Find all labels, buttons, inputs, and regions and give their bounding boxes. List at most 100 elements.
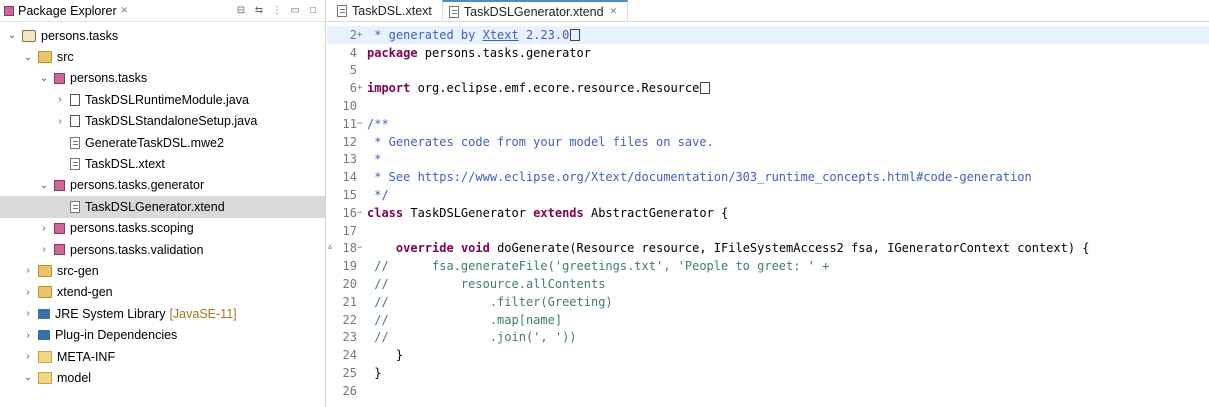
fold-toggle-icon[interactable]: − <box>357 243 367 253</box>
java-file-icon <box>70 93 80 106</box>
editor-tabs: TaskDSL.xtext TaskDSLGenerator.xtend ✕ <box>327 0 1209 22</box>
editor-tab[interactable]: TaskDSL.xtext <box>331 0 442 21</box>
tree-item[interactable]: › META-INF <box>0 346 325 367</box>
code-line[interactable]: 11−/** <box>327 115 1209 133</box>
code-editor[interactable]: 2 + * generated by Xtext 2.23.0 4 package p… <box>327 26 1209 400</box>
code-line[interactable]: 20 // resource.allContents <box>327 275 1209 293</box>
code-token: org.eclipse.emf.ecore.resource.Resource <box>410 81 700 96</box>
chevron-down-icon[interactable]: ⌄ <box>6 30 18 41</box>
package-explorer-title: Package Explorer <box>18 3 117 18</box>
code-line[interactable]: 19 // fsa.generateFile('greetings.txt', … <box>327 257 1209 275</box>
source-folder-icon <box>38 264 52 277</box>
chevron-right-icon[interactable]: › <box>22 330 34 341</box>
chevron-right-icon[interactable]: › <box>54 116 66 127</box>
code-line[interactable]: 5 <box>327 62 1209 80</box>
close-icon[interactable]: ✕ <box>610 6 618 17</box>
chevron-right-icon[interactable]: › <box>22 308 34 319</box>
line-number: 26 <box>342 383 357 398</box>
tree-item[interactable]: ⌄ src <box>0 46 325 67</box>
maximize-icon[interactable]: □ <box>307 4 319 16</box>
code-line[interactable]: 12 * Generates code from your model file… <box>327 133 1209 151</box>
fold-toggle-icon[interactable]: − <box>357 119 367 129</box>
library-icon <box>38 330 50 341</box>
fold-toggle-icon[interactable]: − <box>357 208 367 218</box>
tree-item[interactable]: ⌄ persons.tasks <box>0 68 325 89</box>
fold-toggle-icon[interactable]: + <box>357 83 367 93</box>
code-line[interactable]: 26 <box>327 382 1209 400</box>
file-icon <box>337 4 347 17</box>
tree-item[interactable]: › persons.tasks.validation <box>0 239 325 260</box>
package-explorer-icon <box>4 5 14 16</box>
folded-region-icon[interactable] <box>570 28 581 41</box>
code-token: extends <box>533 205 584 220</box>
minimize-icon[interactable]: ▭ <box>289 4 301 16</box>
editor-tab-label: TaskDSLGenerator.xtend <box>463 4 604 19</box>
link-with-editor-icon[interactable]: ⇆ <box>253 4 265 16</box>
tree-item[interactable]: TaskDSLGenerator.xtend <box>0 196 325 218</box>
package-explorer-panel: Package Explorer ✕ ⊟ ⇆ ⋮ ▭ □ ⌄ persons.ta… <box>0 0 326 407</box>
view-menu-icon[interactable]: ⋮ <box>271 4 283 16</box>
chevron-right-icon[interactable]: › <box>38 223 50 234</box>
tree-item[interactable]: TaskDSL.xtext <box>0 153 325 174</box>
line-number: 13 <box>342 152 357 167</box>
file-icon <box>70 200 80 213</box>
tree-item[interactable]: › TaskDSLStandaloneSetup.java <box>0 111 325 132</box>
tree-item[interactable]: GenerateTaskDSL.mwe2 <box>0 132 325 153</box>
tree-item[interactable]: › TaskDSLRuntimeModule.java <box>0 89 325 110</box>
tree-item-label: xtend-gen <box>57 285 113 300</box>
fold-toggle-icon[interactable]: + <box>357 30 367 40</box>
code-line[interactable]: 13 * <box>327 151 1209 169</box>
tree-item[interactable]: › Plug-in Dependencies <box>0 324 325 345</box>
code-line[interactable]: 23 // .join(', ')) <box>327 329 1209 347</box>
folded-region-icon[interactable] <box>700 82 711 95</box>
line-number: 10 <box>342 99 357 114</box>
close-icon[interactable]: ✕ <box>121 5 129 16</box>
tree-item[interactable]: › persons.tasks.scoping <box>0 218 325 239</box>
chevron-down-icon[interactable]: ⌄ <box>38 73 50 84</box>
folder-icon <box>38 350 52 363</box>
code-line[interactable]: 22 // .map[name] <box>327 311 1209 329</box>
code-line[interactable]: 24 } <box>327 346 1209 364</box>
line-number: 6 <box>349 81 357 96</box>
code-token: // resource.allContents <box>367 277 606 292</box>
code-token: // .map[name] <box>367 312 563 327</box>
code-line[interactable]: 14 * See https://www.eclipse.org/Xtext/d… <box>327 168 1209 186</box>
code-line[interactable]: 17 <box>327 222 1209 240</box>
chevron-right-icon[interactable]: › <box>54 94 66 105</box>
chevron-down-icon[interactable]: ⌄ <box>22 372 34 383</box>
chevron-right-icon[interactable]: › <box>38 244 50 255</box>
chevron-down-icon[interactable]: ⌄ <box>22 52 34 63</box>
chevron-right-icon[interactable]: › <box>22 265 34 276</box>
collapse-all-icon[interactable]: ⊟ <box>235 4 247 16</box>
code-line[interactable]: 21 // .filter(Greeting) <box>327 293 1209 311</box>
code-line[interactable]: 18 ▵ − override void doGenerate(Resource r… <box>327 240 1209 258</box>
tree-item-decoration: [JavaSE-11] <box>169 306 237 321</box>
tree-item-label: model <box>57 370 92 385</box>
code-token: // fsa.generateFile('greetings.txt', 'Pe… <box>367 259 830 274</box>
tree-item[interactable]: ⌄ persons.tasks <box>0 25 325 46</box>
code-line[interactable]: 16− class TaskDSLGenerator extends Abstra… <box>327 204 1209 222</box>
code-line[interactable]: 25 } <box>327 364 1209 382</box>
source-folder-icon <box>38 51 52 64</box>
tree-item[interactable]: › JRE System Library [JavaSE-11] <box>0 303 325 324</box>
chevron-right-icon[interactable]: › <box>22 351 34 362</box>
line-number: 4 <box>349 45 357 60</box>
code-token: override <box>395 241 454 256</box>
code-line[interactable]: 15 */ <box>327 186 1209 204</box>
code-line[interactable]: 4 package persons.tasks.generator <box>327 44 1209 62</box>
code-line[interactable]: 6 + import org.eclipse.emf.ecore.resource.… <box>327 79 1209 97</box>
code-line[interactable]: 10 <box>327 97 1209 115</box>
tree-item[interactable]: ⌄ model <box>0 367 325 388</box>
chevron-right-icon[interactable]: › <box>22 287 34 298</box>
tree-item[interactable]: ⌄ persons.tasks.generator <box>0 175 325 196</box>
package-icon <box>54 179 65 191</box>
tree-item[interactable]: › xtend-gen <box>0 282 325 303</box>
editor-tab[interactable]: TaskDSLGenerator.xtend ✕ <box>441 0 629 21</box>
tree-item[interactable]: › src-gen <box>0 260 325 281</box>
line-number: 15 <box>342 188 357 203</box>
chevron-down-icon[interactable]: ⌄ <box>38 180 50 191</box>
code-line[interactable]: 2 + * generated by Xtext 2.23.0 <box>327 26 1209 44</box>
code-token: * See https://www.eclipse.org/Xtext/docu… <box>367 170 1032 185</box>
file-icon <box>70 158 80 171</box>
